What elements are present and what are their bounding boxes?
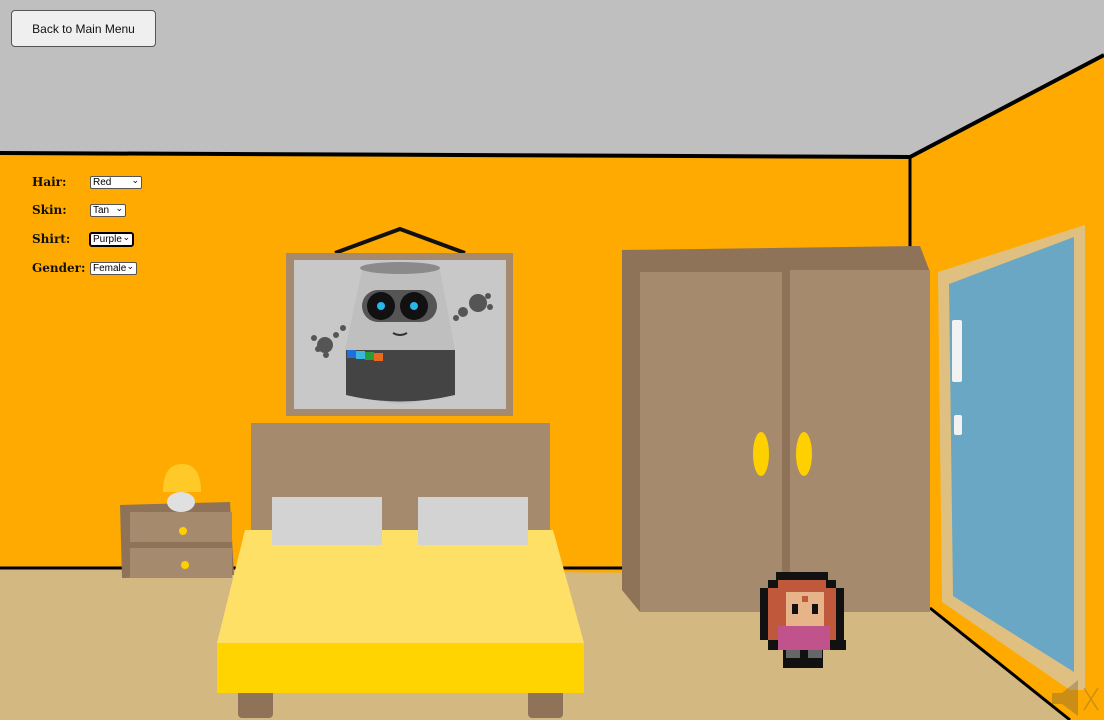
nightstand: [120, 502, 234, 578]
chevron-down-icon: ⌄: [126, 260, 134, 271]
hair-option-row: Hair: Red ⌄: [32, 175, 142, 189]
back-to-main-menu-button[interactable]: Back to Main Menu: [11, 10, 156, 47]
bedroom-scene: [0, 0, 1104, 720]
skin-select[interactable]: Tan ⌄: [90, 202, 126, 217]
ceiling: [0, 0, 1104, 157]
gender-option-row: Gender: Female ⌄: [32, 261, 137, 275]
chevron-down-icon: ⌄: [115, 202, 123, 213]
shirt-option-row: Shirt: Purple ⌄: [32, 231, 134, 247]
gender-label: Gender:: [32, 261, 86, 275]
bed: [217, 423, 584, 718]
chevron-down-icon: ⌄: [122, 231, 130, 242]
shirt-label: Shirt:: [32, 232, 71, 246]
chevron-down-icon: ⌄: [131, 174, 139, 185]
wardrobe: [622, 246, 930, 612]
shirt-select[interactable]: Purple ⌄: [89, 231, 134, 247]
skin-label: Skin:: [32, 203, 67, 217]
hair-select[interactable]: Red ⌄: [90, 174, 142, 189]
robot-painting: [286, 253, 513, 416]
hair-label: Hair:: [32, 175, 67, 189]
skin-option-row: Skin: Tan ⌄: [32, 203, 126, 217]
gender-select[interactable]: Female ⌄: [90, 260, 137, 275]
